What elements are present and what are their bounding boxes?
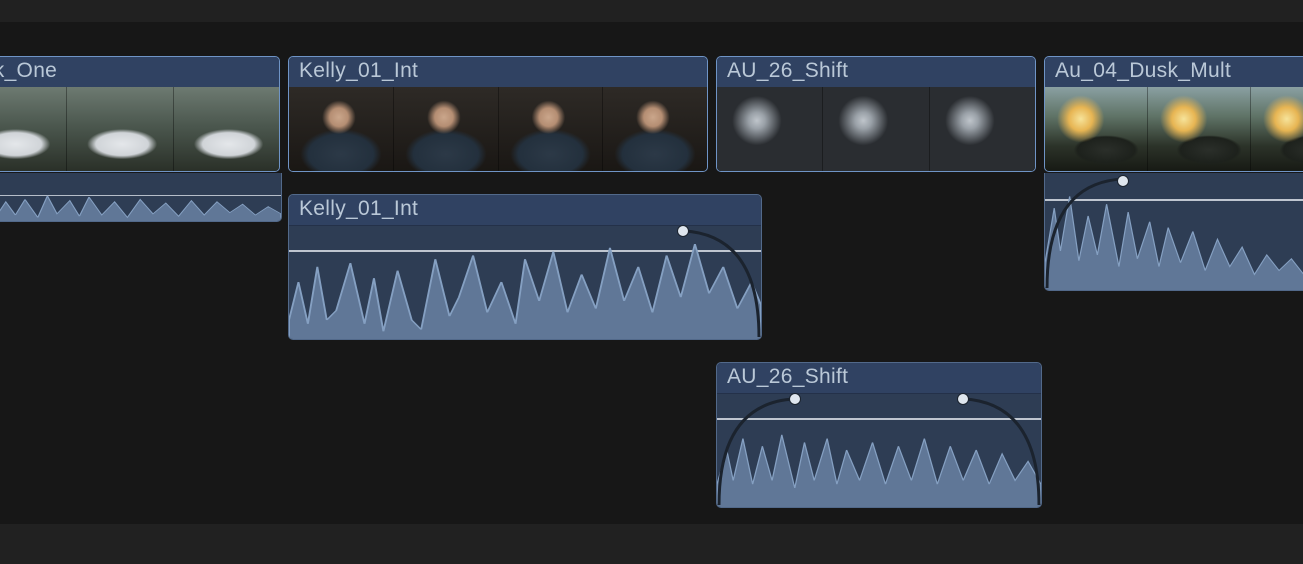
thumbnail-steering-wheel-icon	[717, 87, 823, 171]
timeline[interactable]: usk_One Kelly_01_Int AU_26_Shift	[0, 0, 1303, 564]
fade-handle[interactable]	[1117, 175, 1129, 187]
thumbnail-steering-wheel-icon	[823, 87, 929, 171]
fade-out-curve-icon[interactable]	[681, 225, 761, 339]
thumbnail-dusk-icon	[1251, 87, 1303, 171]
fade-handle[interactable]	[957, 393, 969, 405]
fade-in-curve-icon[interactable]	[717, 393, 797, 507]
clip-title: AU_26_Shift	[717, 363, 1041, 394]
fade-handle[interactable]	[677, 225, 689, 237]
thumbnail-dusk-icon	[1148, 87, 1251, 171]
clip-title: Kelly_01_Int	[289, 195, 761, 226]
audio-body	[289, 225, 761, 339]
clip-title: usk_One	[0, 57, 279, 88]
thumbnail-car-icon	[0, 87, 67, 171]
fade-out-curve-icon[interactable]	[961, 393, 1041, 507]
video-clip-au-04-dusk-mult[interactable]: Au_04_Dusk_Mult	[1044, 56, 1303, 172]
clip-thumbnails	[0, 87, 279, 171]
thumbnail-dusk-icon	[1045, 87, 1148, 171]
thumbnail-person-icon	[394, 87, 499, 171]
clip-title: AU_26_Shift	[717, 57, 1035, 88]
thumbnail-car-icon	[67, 87, 173, 171]
clip-thumbnails	[289, 87, 707, 171]
fade-in-curve-icon[interactable]	[1045, 173, 1125, 290]
waveform-icon	[0, 173, 281, 221]
audio-body	[1045, 173, 1303, 290]
clip-title: Au_04_Dusk_Mult	[1045, 57, 1303, 88]
timeline-bottom-strip	[0, 524, 1303, 564]
audio-stub-usk-one[interactable]	[0, 173, 282, 222]
clip-title: Kelly_01_Int	[289, 57, 707, 88]
video-clip-au-26-shift[interactable]: AU_26_Shift	[716, 56, 1036, 172]
video-clip-kelly-01-int[interactable]: Kelly_01_Int	[288, 56, 708, 172]
timeline-top-strip	[0, 0, 1303, 22]
thumbnail-car-icon	[174, 87, 279, 171]
clip-thumbnails	[717, 87, 1035, 171]
thumbnail-person-icon	[603, 87, 707, 171]
audio-clip-kelly-01-int[interactable]: Kelly_01_Int	[288, 194, 762, 340]
clip-thumbnails	[1045, 87, 1303, 171]
thumbnail-steering-wheel-icon	[930, 87, 1035, 171]
audio-clip-au-04-dusk-mult[interactable]	[1044, 173, 1303, 291]
thumbnail-person-icon	[289, 87, 394, 171]
fade-handle[interactable]	[789, 393, 801, 405]
audio-body	[717, 393, 1041, 507]
video-clip-usk-one[interactable]: usk_One	[0, 56, 280, 172]
audio-clip-au-26-shift[interactable]: AU_26_Shift	[716, 362, 1042, 508]
thumbnail-person-icon	[499, 87, 604, 171]
